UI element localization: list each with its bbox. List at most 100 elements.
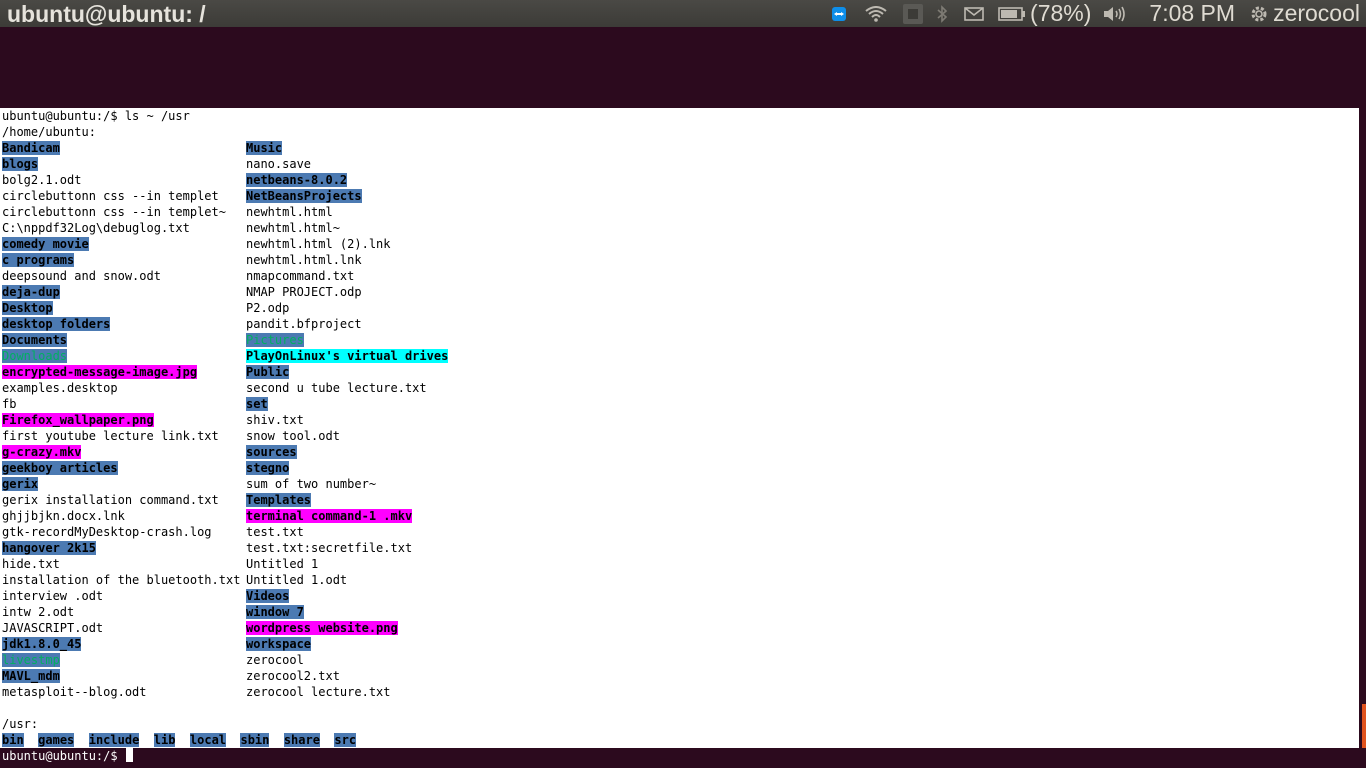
mail-icon[interactable] <box>964 0 984 27</box>
file-name: zerocool <box>246 653 304 667</box>
file-name: second u tube lecture.txt <box>246 381 427 395</box>
file-name: bolg2.1.odt <box>2 173 82 187</box>
media-file-name: Firefox_wallpaper.png <box>2 413 154 427</box>
file-name: Untitled 1.odt <box>246 573 348 587</box>
battery-icon[interactable] <box>998 0 1026 27</box>
file-name: interview .odt <box>2 589 104 603</box>
listing-entry: circlebuttonn css --in templet~ <box>2 204 226 220</box>
listing-entry: terminal command-1 .mkv <box>246 508 413 524</box>
directory-name: deja-dup <box>2 285 60 299</box>
file-name: pandit.bfproject <box>246 317 362 331</box>
listing-entry: shiv.txt <box>246 412 304 428</box>
directory-name: window 7 <box>246 605 304 619</box>
listing-entry: test.txt <box>246 524 304 540</box>
directory-name: livestmp <box>2 653 60 667</box>
listing-entry: installation of the bluetooth.txt <box>2 572 240 588</box>
listing-entry: snow tool.odt <box>246 428 340 444</box>
directory-name: local <box>189 733 227 747</box>
file-name: shiv.txt <box>246 413 304 427</box>
listing-entry: circlebuttonn css --in templet <box>2 188 219 204</box>
file-name: Untitled 1 <box>246 557 319 571</box>
indicator-area: (78%) 7:08 PM zerocool <box>832 0 1366 27</box>
directory-name: stegno <box>246 461 290 475</box>
directory-name: Bandicam <box>2 141 60 155</box>
listing-entry: NMAP PROJECT.odp <box>246 284 362 300</box>
listing-entry: jdk1.8.0_45 <box>2 636 82 652</box>
listing-entry: g-crazy.mkv <box>2 444 82 460</box>
listing-entry: Templates <box>246 492 312 508</box>
directory-name: Public <box>246 365 290 379</box>
listing-entry: Untitled 1.odt <box>246 572 347 588</box>
file-name: ghjjbjkn.docx.lnk <box>2 509 125 523</box>
file-name: newhtml.html.lnk <box>246 253 362 267</box>
prompt-line[interactable]: ubuntu@ubuntu:/$ <box>2 748 133 764</box>
gear-icon[interactable] <box>1249 0 1269 27</box>
file-name: fb <box>2 397 17 411</box>
wifi-icon[interactable] <box>865 0 887 27</box>
listing-entry: examples.desktop <box>2 380 118 396</box>
listing-entry: hide.txt <box>2 556 60 572</box>
listing-entry: zerocool2.txt <box>246 668 340 684</box>
listing-entry: gerix <box>2 476 39 492</box>
directory-name: src <box>334 733 357 747</box>
listing-entry: newhtml.html <box>246 204 333 220</box>
listing-entry: Pictures <box>246 332 304 348</box>
directory-name: MAVL_mdm <box>2 669 60 683</box>
username[interactable]: zerocool <box>1273 0 1360 27</box>
directory-name: sbin <box>240 733 270 747</box>
file-name: intw 2.odt <box>2 605 75 619</box>
listing-entry: zerocool lecture.txt <box>246 684 391 700</box>
keyboard-icon[interactable] <box>903 0 924 27</box>
listing-entry: ghjjbjkn.docx.lnk <box>2 508 125 524</box>
listing-entry: workspace <box>246 636 312 652</box>
listing-entry: bolg2.1.odt <box>2 172 81 188</box>
listing-entry: test.txt:secretfile.txt <box>246 540 412 556</box>
command-line: ubuntu@ubuntu:/$ ls ~ /usr <box>2 109 190 123</box>
terminal-output[interactable]: ubuntu@ubuntu:/$ ls ~ /usr /home/ubuntu:… <box>0 108 1359 748</box>
scrollbar[interactable] <box>1362 704 1366 748</box>
bluetooth-icon[interactable] <box>937 0 948 27</box>
text-cursor <box>125 748 133 762</box>
window-title: ubuntu@ubuntu: / <box>7 1 206 27</box>
prompt: ubuntu@ubuntu:/$ <box>2 749 125 763</box>
listing-entry: gtk-recordMyDesktop-crash.log <box>2 524 212 540</box>
listing-entry: fb <box>2 396 16 412</box>
listing-entry: intw 2.odt <box>2 604 74 620</box>
directory-name: set <box>246 397 268 411</box>
file-name: nano.save <box>246 157 312 171</box>
directory-name: sources <box>246 445 297 459</box>
listing-entry: Desktop <box>2 300 53 316</box>
listing-entry: Videos <box>246 588 290 604</box>
directory-name: workspace <box>246 637 312 651</box>
listing-entry: Untitled 1 <box>246 556 318 572</box>
listing-entry: deepsound and snow.odt <box>2 268 161 284</box>
listing-entry: sources <box>246 444 297 460</box>
file-name: P2.odp <box>246 301 290 315</box>
listing-entry: blogs <box>2 156 39 172</box>
file-name: nmapcommand.txt <box>246 269 355 283</box>
listing-entry: Documents <box>2 332 68 348</box>
listing-entry: metasploit--blog.odt <box>2 684 147 700</box>
directory-name: Downloads <box>2 349 68 363</box>
directory-name: NetBeansProjects <box>246 189 362 203</box>
file-name: hide.txt <box>2 557 60 571</box>
directory-name: gerix <box>2 477 39 491</box>
clock[interactable]: 7:08 PM <box>1149 0 1235 27</box>
listing-entry: PlayOnLinux's virtual drives <box>246 348 449 364</box>
listing-entry: sum of two number~ <box>246 476 376 492</box>
listing-entry: comedy movie <box>2 236 89 252</box>
listing-entry: interview .odt <box>2 588 103 604</box>
directory-name: geekboy articles <box>2 461 118 475</box>
battery-percent: (78%) <box>1030 0 1092 26</box>
listing-entry: P2.odp <box>246 300 289 316</box>
listing-entry: newhtml.html (2).lnk <box>246 236 391 252</box>
media-file-name: g-crazy.mkv <box>2 445 82 459</box>
directory-name: Templates <box>246 493 312 507</box>
listing-entry: C:\nppdf32Log\debuglog.txt <box>2 220 190 236</box>
file-name: snow tool.odt <box>246 429 340 443</box>
volume-icon[interactable] <box>1103 0 1127 27</box>
listing-entry: Bandicam <box>2 140 60 156</box>
listing-entry: wordpress website.png <box>246 620 398 636</box>
listing-entry: pandit.bfproject <box>246 316 362 332</box>
teamviewer-icon[interactable] <box>832 0 847 27</box>
